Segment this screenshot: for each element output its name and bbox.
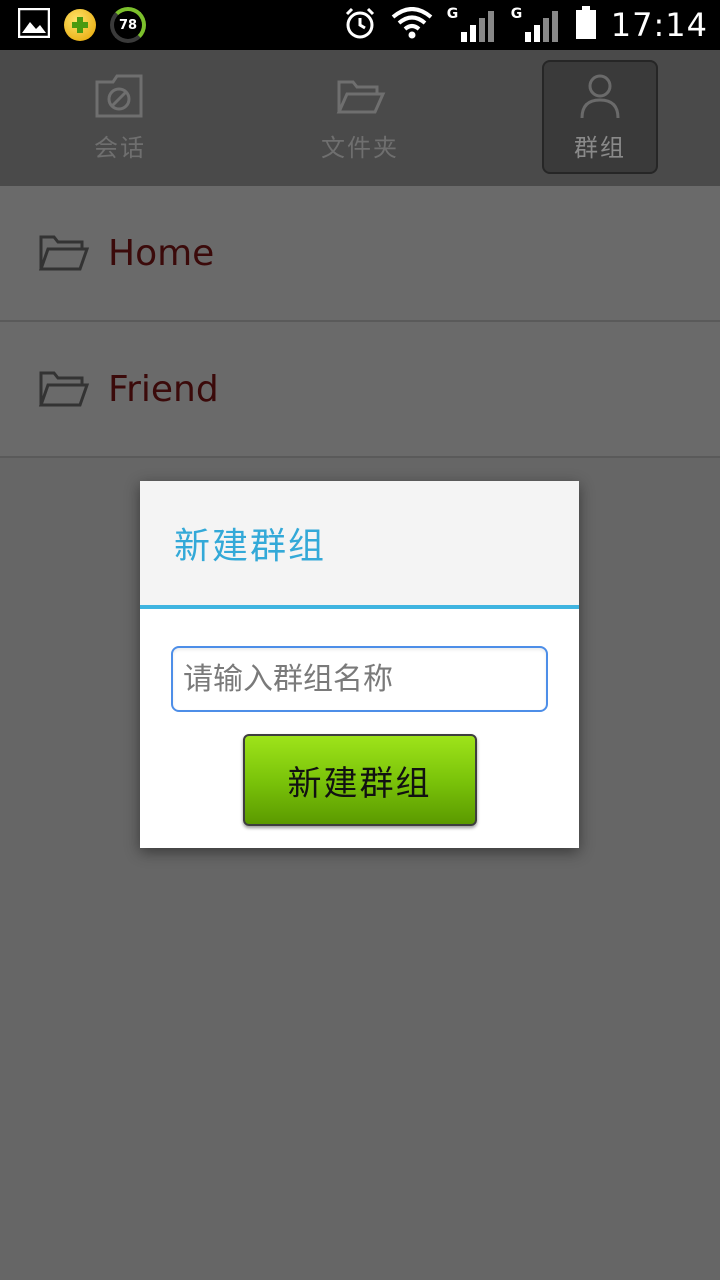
battery-level-badge: 78: [110, 7, 146, 43]
app-plus-icon: [64, 9, 96, 41]
dialog-body: 新建群组: [140, 609, 579, 826]
group-name: Home: [108, 232, 215, 274]
group-name: Friend: [108, 368, 219, 410]
group-name-input[interactable]: [171, 646, 548, 712]
tab-folders[interactable]: 文件夹: [302, 60, 418, 174]
list-item[interactable]: Friend: [0, 322, 720, 458]
tab-conversations[interactable]: 会话: [62, 60, 178, 174]
alarm-icon: [343, 6, 377, 44]
status-bar: 78 G G 17:14: [0, 0, 720, 50]
battery-icon: [575, 6, 597, 44]
tab-label: 群组: [574, 133, 626, 162]
folder-icon: [38, 235, 90, 271]
folder-icon: [336, 80, 386, 113]
person-icon: [580, 74, 620, 118]
tab-bar: 会话 文件夹 群组: [0, 50, 720, 186]
new-group-dialog: 新建群组 新建群组: [140, 481, 579, 848]
tab-label: 文件夹: [321, 133, 399, 162]
tab-groups[interactable]: 群组: [542, 60, 658, 174]
clock: 17:14: [610, 6, 708, 44]
group-list: Home Friend: [0, 186, 720, 458]
signal-icon: G: [511, 6, 561, 42]
tab-label: 会话: [94, 133, 146, 162]
create-group-button[interactable]: 新建群组: [242, 734, 477, 826]
folder-icon: [38, 371, 90, 407]
dialog-header: 新建群组: [140, 481, 579, 609]
gallery-icon: [17, 7, 51, 42]
signal-icon: G: [447, 6, 497, 42]
dialog-title: 新建群组: [174, 526, 327, 567]
list-item[interactable]: Home: [0, 186, 720, 322]
chat-icon: [95, 74, 143, 117]
wifi-icon: [391, 7, 433, 43]
